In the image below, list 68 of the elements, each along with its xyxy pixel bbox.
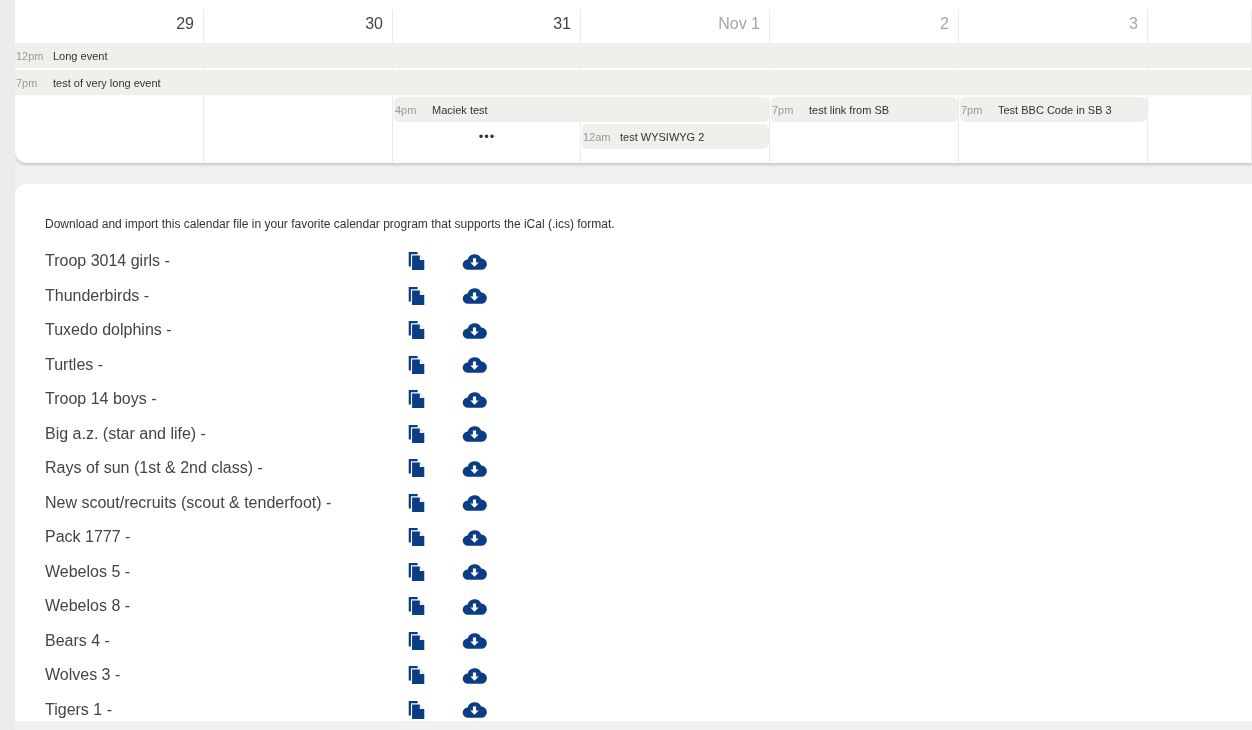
copy-icon[interactable] xyxy=(407,665,426,686)
event-bar[interactable]: 7pm Test BBC Code in SB 3 xyxy=(960,97,1147,122)
calendar-name: Wolves 3 - xyxy=(45,666,122,685)
calendar-name: Pack 1777 - xyxy=(45,528,132,547)
copy-icon[interactable] xyxy=(407,354,426,375)
event-title: Long event xyxy=(53,49,108,62)
copy-icon[interactable] xyxy=(407,561,426,582)
calendar-name: Tuxedo dolphins - xyxy=(45,321,173,340)
day-number: 3 xyxy=(1129,15,1138,32)
calendar-name: Tigers 1 - xyxy=(45,700,113,719)
cloud-download-icon[interactable] xyxy=(462,701,487,719)
calendar-name: Rays of sun (1st & 2nd class) - xyxy=(45,459,264,478)
event-title: Maciek test xyxy=(432,103,488,116)
cloud-download-icon[interactable] xyxy=(462,356,487,374)
cloud-download-icon[interactable] xyxy=(462,528,487,546)
event-bar[interactable]: 7pm test of very long event xyxy=(15,70,1252,95)
event-bar[interactable]: 12am test WYSIWYG 2 xyxy=(582,124,769,149)
calendar-name: Thunderbirds - xyxy=(45,286,151,305)
instruction-text: Download and import this calendar file in your favorite calendar program that supports the iCal (.ics) format. xyxy=(45,216,616,233)
copy-icon[interactable] xyxy=(407,630,426,651)
copy-icon[interactable] xyxy=(407,596,426,617)
calendar-name: Webelos 8 - xyxy=(45,597,132,616)
event-time: 7pm xyxy=(960,103,984,116)
calendar-name: Big a.z. (star and life) - xyxy=(45,424,207,443)
event-time: 7pm xyxy=(15,76,39,89)
event-bar[interactable]: 4pm Maciek test xyxy=(394,97,769,122)
cloud-download-icon[interactable] xyxy=(462,425,487,443)
copy-icon[interactable] xyxy=(407,527,426,548)
cloud-download-icon[interactable] xyxy=(462,632,487,650)
calendar-name: Troop 3014 girls - xyxy=(45,252,171,271)
event-title: test of very long event xyxy=(53,76,161,89)
copy-icon[interactable] xyxy=(407,458,426,479)
copy-icon[interactable] xyxy=(407,251,426,272)
event-bar[interactable]: 7pm test link from SB xyxy=(771,97,958,122)
calendar-name: Webelos 5 - xyxy=(45,562,132,581)
calendar-name: Bears 4 - xyxy=(45,631,111,650)
copy-icon[interactable] xyxy=(407,492,426,513)
cloud-download-icon[interactable] xyxy=(462,287,487,305)
more-link[interactable]: ••• xyxy=(393,124,581,150)
day-number: Nov 1 xyxy=(718,15,760,32)
day-number: 29 xyxy=(176,15,194,32)
cloud-download-icon[interactable] xyxy=(462,597,487,615)
day-number: 30 xyxy=(365,15,383,32)
event-time: 4pm xyxy=(394,103,418,116)
cloud-download-icon[interactable] xyxy=(462,252,487,270)
cloud-download-icon[interactable] xyxy=(462,459,487,477)
calendar-name: Troop 14 boys - xyxy=(45,390,158,409)
event-time: 12am xyxy=(582,130,612,143)
event-title: test WYSIWYG 2 xyxy=(620,130,705,143)
cloud-download-icon[interactable] xyxy=(462,494,487,512)
cloud-download-icon[interactable] xyxy=(462,390,487,408)
day-number: 31 xyxy=(553,15,571,32)
copy-icon[interactable] xyxy=(407,423,426,444)
day-number: 2 xyxy=(940,15,949,32)
calendar-name: New scout/recruits (scout & tenderfoot) - xyxy=(45,493,333,512)
event-title: test link from SB xyxy=(809,103,890,116)
event-time: 12pm xyxy=(15,49,45,62)
copy-icon[interactable] xyxy=(407,389,426,410)
cloud-download-icon[interactable] xyxy=(462,563,487,581)
event-title: Test BBC Code in SB 3 xyxy=(998,103,1112,116)
copy-icon[interactable] xyxy=(407,320,426,341)
calendar-name: Turtles - xyxy=(45,355,105,374)
copy-icon[interactable] xyxy=(407,285,426,306)
cloud-download-icon[interactable] xyxy=(462,666,487,684)
event-time: 7pm xyxy=(771,103,795,116)
cloud-download-icon[interactable] xyxy=(462,321,487,339)
event-bar[interactable]: 12pm Long event xyxy=(15,43,1252,68)
copy-icon[interactable] xyxy=(407,699,426,720)
